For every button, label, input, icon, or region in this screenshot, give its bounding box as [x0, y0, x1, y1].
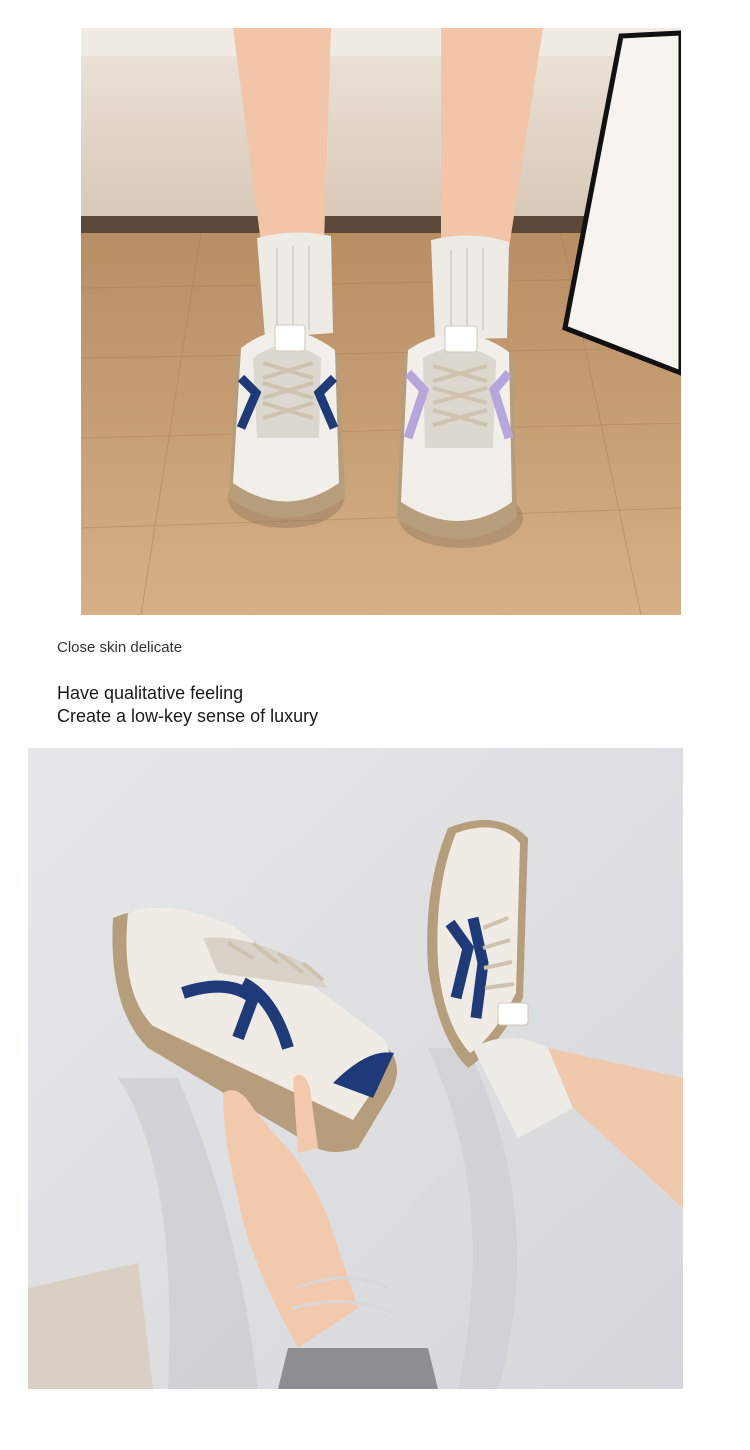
caption-subtitle: Close skin delicate [57, 639, 183, 656]
caption-headline-2: Create a low-key sense of luxury [57, 706, 319, 726]
product-photo-held [28, 748, 683, 1389]
product-photo-standing [81, 28, 681, 615]
caption-headline-1: Have qualitative feeling [57, 683, 244, 703]
